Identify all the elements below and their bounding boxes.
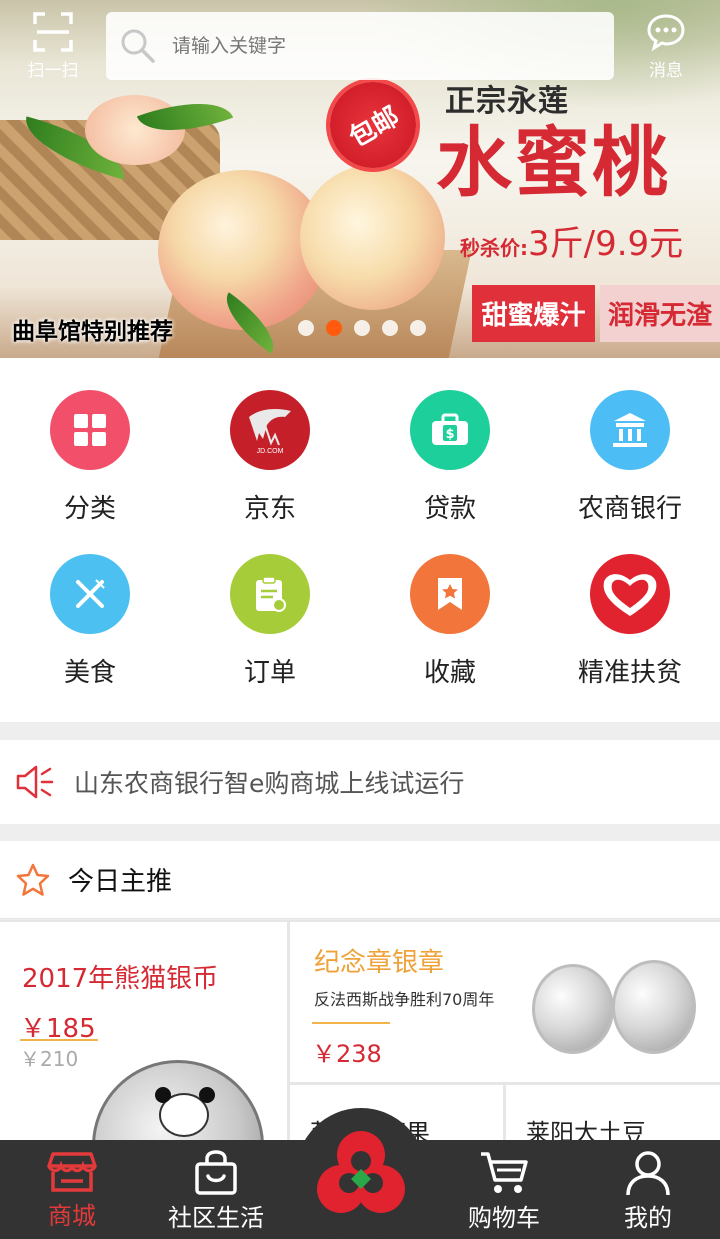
- carousel-dot[interactable]: [354, 320, 370, 336]
- shortcut-grid: 分类 JD.COM 京东 $ 贷款 农商银行 美食 订单 收藏 精准扶贫: [0, 358, 720, 722]
- banner-tag-left: 甜蜜爆汁: [472, 285, 595, 342]
- heart-icon: [590, 554, 670, 634]
- shortcut-label: 订单: [243, 658, 296, 688]
- bank-building-icon: [590, 390, 670, 470]
- shortcut-loan[interactable]: $ 贷款: [360, 390, 540, 525]
- fork-knife-icon: [50, 554, 130, 634]
- messages-label: 消息: [649, 61, 683, 81]
- product-title: 2017年熊猫银币: [22, 964, 219, 994]
- tab-label: 社区生活: [168, 1204, 264, 1232]
- section-title: 今日主推: [68, 867, 173, 897]
- carousel-dot[interactable]: [382, 320, 398, 336]
- tab-cart[interactable]: 购物车: [462, 1140, 546, 1239]
- shortcut-jd[interactable]: JD.COM 京东: [180, 390, 360, 525]
- carousel-indicator: [298, 320, 426, 336]
- tab-label: 我的: [624, 1204, 672, 1232]
- cart-icon: [481, 1152, 528, 1193]
- tab-label: 购物车: [468, 1204, 540, 1232]
- search-input[interactable]: [172, 35, 592, 57]
- shortcut-category[interactable]: 分类: [0, 390, 180, 525]
- banner-tag-right: 润滑无渣: [600, 285, 720, 342]
- product-card[interactable]: 纪念章银章 反法西斯战争胜利70周年 ￥238: [290, 922, 720, 1082]
- scan-label: 扫一扫: [27, 61, 79, 81]
- banner-subtitle: 正宗永莲: [445, 84, 569, 119]
- message-bubble-icon: [647, 14, 685, 52]
- scan-button[interactable]: 扫一扫: [18, 12, 88, 82]
- price-underline: [312, 1022, 390, 1024]
- panda-coin-image: [92, 1060, 264, 1150]
- speaker-icon: [16, 765, 54, 799]
- tab-mall[interactable]: 商城: [22, 1140, 122, 1239]
- shortcut-label: 美食: [63, 658, 116, 688]
- announcement-bar[interactable]: 山东农商银行智e购商城上线试运行: [0, 740, 720, 824]
- carousel-dot[interactable]: [410, 320, 426, 336]
- todays-picks-header: 今日主推: [0, 841, 720, 919]
- bookmark-star-icon: [410, 554, 490, 634]
- product-title: 纪念章银章: [314, 948, 445, 978]
- product-subtitle: 反法西斯战争胜利70周年: [314, 990, 495, 1009]
- category-icon: [50, 390, 130, 470]
- product-price: ￥238: [312, 1040, 382, 1068]
- svg-text:JD.COM: JD.COM: [257, 448, 284, 455]
- banner-recommend-caption: 曲阜馆特别推荐: [12, 319, 173, 345]
- banner-price: 秒杀价:3斤/9.9元: [460, 216, 683, 265]
- medal-image: [612, 960, 696, 1054]
- price-underline: [20, 1039, 98, 1041]
- carousel-dot[interactable]: [298, 320, 314, 336]
- shop-icon: [47, 1152, 97, 1192]
- banner-price-value: 3斤/9.9元: [528, 224, 684, 264]
- panda-ear: [199, 1087, 215, 1103]
- scan-icon: [33, 12, 73, 52]
- center-logo-button[interactable]: [296, 1108, 426, 1238]
- shortcut-label: 收藏: [423, 658, 476, 688]
- shortcut-orders[interactable]: 订单: [180, 554, 360, 689]
- star-outline-icon: [16, 863, 50, 896]
- svg-text:$: $: [445, 427, 454, 442]
- shortcut-favorites[interactable]: 收藏: [360, 554, 540, 689]
- panda-ear: [155, 1087, 171, 1103]
- shortcut-label: 京东: [243, 494, 296, 524]
- carousel-dot-active[interactable]: [326, 320, 342, 336]
- shortcut-label: 农商银行: [577, 494, 682, 524]
- tab-community[interactable]: 社区生活: [160, 1140, 272, 1239]
- banner-price-prefix: 秒杀价:: [460, 236, 528, 260]
- shopping-bag-icon: [195, 1150, 237, 1195]
- jd-logo-icon: JD.COM: [230, 390, 310, 470]
- messages-button[interactable]: 消息: [630, 12, 702, 82]
- tab-profile[interactable]: 我的: [610, 1140, 686, 1239]
- shortcut-label: 贷款: [423, 494, 476, 524]
- user-icon: [626, 1151, 670, 1196]
- search-bar[interactable]: [106, 12, 614, 80]
- tab-label: 商城: [48, 1202, 96, 1230]
- shortcut-food[interactable]: 美食: [0, 554, 180, 689]
- shortcut-bank[interactable]: 农商银行: [540, 390, 720, 525]
- shortcut-label: 分类: [63, 494, 116, 524]
- bank-logo-icon: [317, 1131, 405, 1213]
- shortcut-poverty-relief[interactable]: 精准扶贫: [540, 554, 720, 689]
- product-original-price: ￥210: [20, 1047, 79, 1071]
- banner-title: 水蜜桃: [436, 118, 670, 207]
- banner-peach-image: [300, 165, 445, 310]
- announcement-text[interactable]: 山东农商银行智e购商城上线试运行: [74, 764, 464, 800]
- wallet-icon: $: [410, 390, 490, 470]
- clipboard-icon: [230, 554, 310, 634]
- product-card[interactable]: 2017年熊猫银币 ￥185 ￥210: [0, 922, 287, 1150]
- search-icon: [121, 29, 155, 63]
- shortcut-label: 精准扶贫: [577, 658, 682, 688]
- medal-image: [532, 964, 614, 1054]
